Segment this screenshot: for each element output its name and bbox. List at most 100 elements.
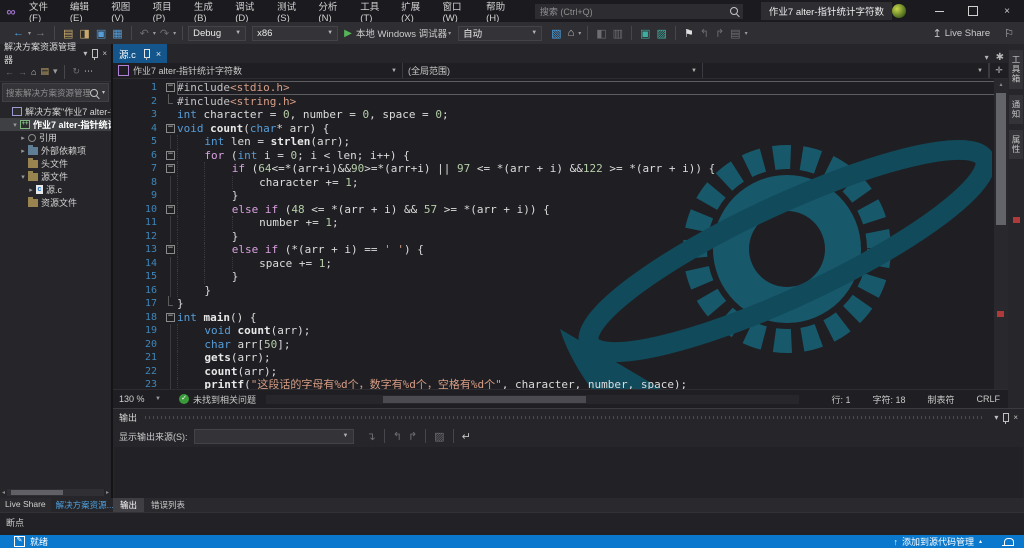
fold-margin[interactable]: − xyxy=(164,122,177,136)
minimize-button[interactable] xyxy=(922,0,956,22)
tree-item-folder[interactable]: ▾源文件 xyxy=(0,170,111,183)
scrollbar-thumb[interactable] xyxy=(383,396,586,403)
code-text[interactable]: } xyxy=(177,230,1008,244)
code-text[interactable]: void count(arr); xyxy=(177,324,1008,338)
fold-collapse-icon[interactable]: − xyxy=(166,83,175,92)
fold-collapse-icon[interactable]: − xyxy=(166,164,175,173)
code-text[interactable]: int main() { xyxy=(177,311,1008,325)
code-text[interactable]: } xyxy=(177,270,1008,284)
feedback-icon[interactable]: ⚐ xyxy=(1004,27,1014,40)
add-to-source-control-button[interactable]: 添加到源代码管理 xyxy=(902,535,974,548)
platform-select[interactable]: x86▼ xyxy=(252,26,338,41)
start-debugging-button[interactable]: ▶ 本地 Windows 调试器 ▾ xyxy=(344,26,452,40)
scroll-up-icon[interactable]: ▴ xyxy=(994,81,1008,88)
menu-item-6[interactable]: 调试(D) xyxy=(228,0,270,24)
dock-tab-1[interactable]: Live Share xyxy=(0,498,51,510)
tree-item-refs[interactable]: ▸引用 xyxy=(0,131,111,144)
next-message-icon[interactable]: ↱ xyxy=(408,430,417,443)
notifications-bell-icon[interactable] xyxy=(1004,538,1014,546)
code-text[interactable]: if (64<=*(arr+i)&&90>=*(arr+i) || 97 <= … xyxy=(177,162,1008,176)
scroll-left-icon[interactable]: ◂ xyxy=(2,489,5,496)
code-text[interactable]: #include<string.h> xyxy=(177,95,1008,109)
save-icon[interactable]: ▣ xyxy=(96,27,106,40)
fold-margin[interactable]: − xyxy=(164,81,177,95)
menu-item-2[interactable]: 编辑(E) xyxy=(63,0,104,24)
collapse-icon[interactable]: ▾ xyxy=(19,173,27,181)
code-text[interactable]: int character = 0, number = 0, space = 0… xyxy=(177,108,1008,122)
close-button[interactable]: × xyxy=(990,0,1024,22)
maximize-button[interactable] xyxy=(956,0,990,22)
right-tab-1[interactable]: 工具箱 xyxy=(1009,50,1023,89)
fold-margin[interactable]: − xyxy=(164,149,177,163)
fold-collapse-icon[interactable]: − xyxy=(166,245,175,254)
navigate-back-icon[interactable]: ← xyxy=(13,27,24,39)
drag-grip[interactable] xyxy=(145,416,982,419)
code-text[interactable]: void count(char* arr) { xyxy=(177,122,1008,136)
attach-to-process-icon[interactable]: ▧ xyxy=(551,27,561,40)
horizontal-scrollbar[interactable] xyxy=(266,395,799,404)
vertical-scrollbar[interactable]: ▴ xyxy=(994,79,1008,389)
code-text[interactable]: char arr[50]; xyxy=(177,338,1008,352)
bookmark-window-icon[interactable]: ▤ xyxy=(730,27,740,40)
code-text[interactable]: else if (48 <= *(arr + i) && 57 >= *(arr… xyxy=(177,203,1008,217)
pin-icon[interactable] xyxy=(1003,413,1009,422)
open-containing-folder-icon[interactable]: ◧ xyxy=(596,27,606,40)
next-bookmark-icon[interactable]: ↱ xyxy=(715,27,724,40)
prev-bookmark-icon[interactable]: ↰ xyxy=(700,27,709,40)
fold-collapse-icon[interactable]: − xyxy=(166,313,175,322)
code-text[interactable]: } xyxy=(177,297,1008,311)
output-tab-1[interactable]: 输出 xyxy=(113,498,144,512)
startup-item-icon[interactable]: ⌂ xyxy=(568,27,575,39)
debug-configuration-select[interactable]: Debug▼ xyxy=(188,26,246,41)
menu-item-9[interactable]: 工具(T) xyxy=(353,0,394,24)
check-in-icon[interactable]: ▣ xyxy=(640,27,650,40)
pin-icon[interactable] xyxy=(144,49,150,58)
chevron-down-icon[interactable]: ▾ xyxy=(985,53,989,62)
code-text[interactable]: else if (*(arr + i) == ' ') { xyxy=(177,243,1008,257)
scroll-right-icon[interactable]: ▸ xyxy=(106,489,109,496)
code-text[interactable]: space += 1; xyxy=(177,257,1008,271)
collapse-icon[interactable]: ▾ xyxy=(11,121,19,129)
clear-all-icon[interactable]: ▨ xyxy=(434,430,444,443)
right-tab-3[interactable]: 属性 xyxy=(1009,130,1023,159)
expand-icon[interactable]: ▸ xyxy=(19,147,27,155)
duplicate-icon[interactable]: ▥ xyxy=(613,27,623,40)
close-icon[interactable]: × xyxy=(102,49,107,58)
fold-margin[interactable]: − xyxy=(164,243,177,257)
word-wrap-icon[interactable]: ↵ xyxy=(462,430,471,443)
account-avatar[interactable] xyxy=(892,4,906,18)
fold-collapse-icon[interactable]: − xyxy=(166,151,175,160)
menu-item-5[interactable]: 生成(B) xyxy=(187,0,228,24)
breadcrumb-member-dropdown[interactable]: ▼ xyxy=(703,63,989,78)
fold-margin[interactable]: − xyxy=(164,162,177,176)
solution-search-input[interactable]: 搜索解决方案资源管理 ▾ xyxy=(2,83,109,102)
scrollbar-thumb[interactable] xyxy=(11,490,63,495)
fold-collapse-icon[interactable]: − xyxy=(166,205,175,214)
document-health[interactable]: ✓ 未找到相关问题 xyxy=(179,393,256,406)
startup-item-dropdown-icon[interactable]: ▾ xyxy=(578,30,581,37)
menu-item-7[interactable]: 测试(S) xyxy=(270,0,311,24)
code-text[interactable]: character += 1; xyxy=(177,176,1008,190)
more-options-icon[interactable]: ⋯ xyxy=(84,66,93,77)
quick-search-input[interactable]: 搜索 (Ctrl+Q) xyxy=(535,4,743,19)
breadcrumb-scope-dropdown[interactable]: (全局范围) ▼ xyxy=(403,63,703,78)
chevron-down-icon[interactable]: ▾ xyxy=(994,413,998,422)
menu-item-12[interactable]: 帮助(H) xyxy=(479,0,521,24)
redo-icon[interactable]: ↷ xyxy=(160,27,169,40)
find-message-icon[interactable]: ↴ xyxy=(367,430,376,443)
code-text[interactable]: } xyxy=(177,189,1008,203)
undo-icon[interactable]: ↶ xyxy=(140,27,149,40)
menu-item-4[interactable]: 项目(P) xyxy=(146,0,187,24)
expand-icon[interactable]: ▸ xyxy=(27,186,35,194)
home-icon[interactable]: ⌂ xyxy=(31,67,36,77)
code-text[interactable]: gets(arr); xyxy=(177,351,1008,365)
code-text[interactable]: } xyxy=(177,284,1008,298)
code-text[interactable]: int len = strlen(arr); xyxy=(177,135,1008,149)
switch-views-dropdown-icon[interactable]: ▾ xyxy=(53,66,58,77)
bookmark-icon[interactable]: ⚑ xyxy=(684,27,694,40)
code-text[interactable]: #include<stdio.h> xyxy=(177,81,1008,95)
tree-item-folder-ext[interactable]: ▸外部依赖项 xyxy=(0,144,111,157)
open-file-icon[interactable]: ◨ xyxy=(79,27,89,40)
menu-item-8[interactable]: 分析(N) xyxy=(311,0,353,24)
sync-with-active-document-icon[interactable]: ↻ xyxy=(72,66,80,77)
